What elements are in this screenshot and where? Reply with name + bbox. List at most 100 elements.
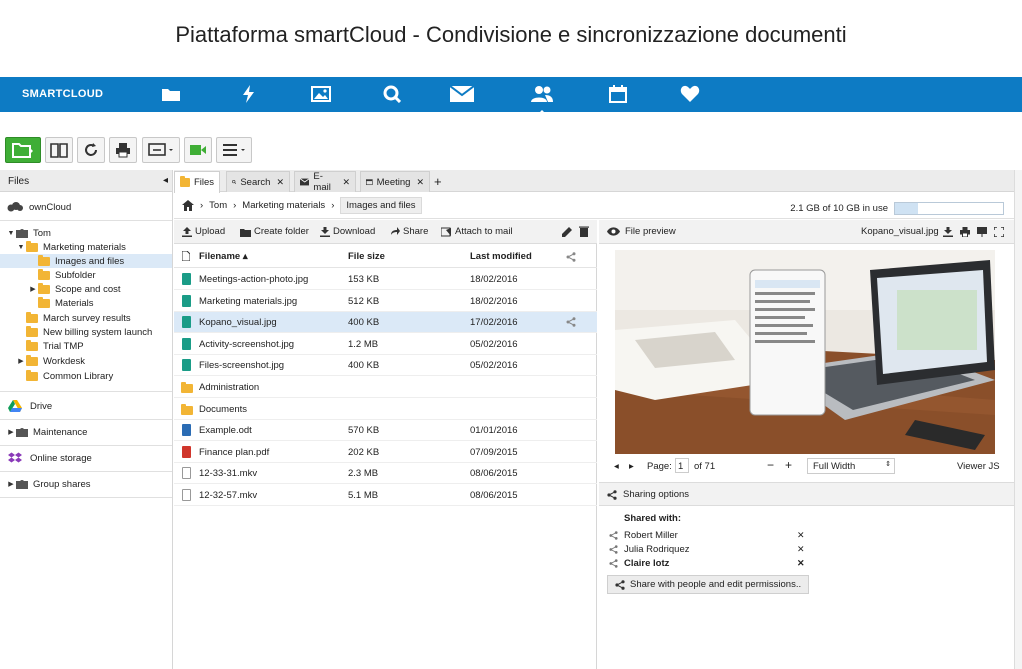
file-row[interactable]: Kopano_visual.jpg 400 KB 17/02/2016 bbox=[174, 312, 597, 334]
activity-icon[interactable] bbox=[238, 84, 260, 104]
caret-down-icon[interactable]: ▼ bbox=[6, 230, 16, 237]
tab-meeting[interactable]: Meeting ✕ bbox=[360, 171, 430, 192]
tree-tom[interactable]: ▼ Tom bbox=[0, 226, 172, 240]
select-arrows-icon: ⇕ bbox=[885, 461, 891, 468]
create-folder-label: Create folder bbox=[254, 226, 309, 237]
download-button[interactable]: Download bbox=[320, 226, 375, 237]
search-icon[interactable] bbox=[381, 84, 403, 104]
refresh-button[interactable] bbox=[77, 137, 105, 163]
attach-to-mail-button[interactable]: Attach to mail bbox=[441, 226, 513, 237]
file-row[interactable]: Activity-screenshot.jpg 1.2 MB 05/02/2016 bbox=[174, 334, 597, 355]
caret-right-icon[interactable]: ▶ bbox=[6, 428, 16, 436]
tree-images-files[interactable]: Images and files bbox=[0, 254, 172, 268]
caret-down-icon[interactable]: ▼ bbox=[16, 244, 26, 251]
zoom-select[interactable]: Full Width ⇕ bbox=[807, 458, 895, 474]
tab-search[interactable]: Search ✕ bbox=[226, 171, 290, 192]
view-mode-dropdown[interactable] bbox=[142, 137, 180, 163]
calendar-icon[interactable] bbox=[607, 84, 629, 104]
video-call-button[interactable] bbox=[184, 137, 212, 163]
remove-share-icon[interactable]: ✕ bbox=[797, 544, 805, 555]
breadcrumb-marketing[interactable]: Marketing materials bbox=[242, 200, 325, 211]
file-row[interactable]: Example.odt 570 KB 01/01/2016 bbox=[174, 420, 597, 442]
collapse-icon[interactable]: ◂ bbox=[163, 175, 168, 186]
image-file-icon bbox=[182, 359, 191, 372]
tree-common-library[interactable]: Common Library bbox=[0, 369, 172, 383]
file-date: 18/02/2016 bbox=[470, 274, 518, 285]
close-icon[interactable]: ✕ bbox=[342, 177, 350, 188]
folder-icon[interactable] bbox=[160, 84, 182, 104]
tree-trial-tmp[interactable]: Trial TMP bbox=[0, 339, 172, 353]
tree-drive[interactable]: Drive bbox=[0, 399, 172, 413]
breadcrumb-tom[interactable]: Tom bbox=[209, 200, 227, 211]
tab-email[interactable]: E-mail ✕ bbox=[294, 171, 356, 193]
file-size: 570 KB bbox=[348, 425, 380, 437]
breadcrumb-current: Images and files bbox=[340, 197, 422, 214]
zoom-in-icon[interactable]: + bbox=[785, 458, 792, 472]
zoom-out-icon[interactable]: − bbox=[767, 458, 774, 472]
presentation-icon[interactable] bbox=[977, 227, 987, 237]
file-row[interactable]: Marketing materials.jpg 512 KB 18/02/2016 bbox=[174, 291, 597, 312]
tree-group-shares[interactable]: ▶ Group shares bbox=[0, 477, 172, 491]
edit-icon[interactable] bbox=[562, 226, 573, 237]
tree-maintenance[interactable]: ▶ Maintenance bbox=[0, 425, 172, 439]
upload-button[interactable]: Upload bbox=[182, 226, 225, 237]
mail-icon[interactable] bbox=[449, 84, 475, 104]
file-name: Files-screenshot.jpg bbox=[199, 360, 285, 372]
create-folder-button[interactable]: Create folder bbox=[240, 226, 309, 237]
download-icon[interactable] bbox=[943, 227, 953, 237]
share-person-name: Julia Rodriquez bbox=[624, 543, 690, 555]
tree-subfolder[interactable]: Subfolder bbox=[0, 268, 172, 282]
trash-icon[interactable] bbox=[579, 226, 589, 237]
close-icon[interactable]: ✕ bbox=[276, 177, 284, 188]
tree-owncloud[interactable]: ownCloud bbox=[0, 200, 172, 214]
scrollbar[interactable] bbox=[1014, 170, 1022, 669]
favorites-icon[interactable] bbox=[679, 84, 701, 104]
next-page-icon[interactable]: ▸ bbox=[629, 461, 634, 472]
address-book-button[interactable] bbox=[45, 137, 73, 163]
file-name: Example.odt bbox=[199, 425, 252, 437]
prev-page-icon[interactable]: ◂ bbox=[614, 461, 619, 472]
share-icon[interactable] bbox=[566, 317, 576, 327]
close-icon[interactable]: ✕ bbox=[416, 177, 424, 188]
tab-files[interactable]: Files bbox=[174, 171, 220, 193]
tree-scope-cost[interactable]: ▶ Scope and cost bbox=[0, 282, 172, 296]
column-modified[interactable]: Last modified bbox=[470, 251, 532, 262]
tree-new-billing[interactable]: New billing system launch bbox=[0, 325, 172, 339]
page-input[interactable]: 1 bbox=[675, 458, 689, 473]
menu-dropdown[interactable] bbox=[216, 137, 252, 163]
column-filename[interactable]: Filename ▴ bbox=[199, 251, 248, 262]
image-file-icon bbox=[182, 316, 191, 329]
remove-share-icon[interactable]: ✕ bbox=[797, 558, 805, 569]
preview-pane: File preview Kopano_visual.jpg ◂ ▸ Page:… bbox=[599, 220, 1022, 669]
image-icon[interactable] bbox=[310, 84, 332, 104]
tree-workdesk[interactable]: ▶ Workdesk bbox=[0, 354, 172, 368]
image-file-icon bbox=[182, 273, 191, 285]
print-button[interactable] bbox=[109, 137, 137, 163]
tree-march-survey[interactable]: March survey results bbox=[0, 311, 172, 325]
caret-right-icon[interactable]: ▶ bbox=[6, 480, 16, 488]
file-row[interactable]: Meetings-action-photo.jpg 153 KB 18/02/201… bbox=[174, 269, 597, 290]
file-row[interactable]: Files-screenshot.jpg 400 KB 05/02/2016 bbox=[174, 355, 597, 377]
add-tab-button[interactable]: + bbox=[434, 171, 450, 192]
file-row[interactable]: 12-32-57.mkv 5.1 MB 08/06/2015 bbox=[174, 485, 597, 506]
file-row[interactable]: 12-33-31.mkv 2.3 MB 08/06/2015 bbox=[174, 463, 597, 485]
file-row[interactable]: Administration bbox=[174, 377, 597, 398]
contacts-icon[interactable] bbox=[530, 84, 554, 116]
tree-online-storage[interactable]: Online storage bbox=[0, 451, 172, 465]
home-icon[interactable] bbox=[182, 200, 194, 211]
remove-share-icon[interactable]: ✕ bbox=[797, 530, 805, 541]
file-row[interactable]: Documents bbox=[174, 399, 597, 420]
print-icon[interactable] bbox=[960, 227, 970, 237]
download-icon bbox=[320, 226, 330, 237]
share-button[interactable]: Share bbox=[390, 226, 428, 237]
tree-materials[interactable]: Materials bbox=[0, 296, 172, 310]
tree-marketing[interactable]: ▼ Marketing materials bbox=[0, 240, 172, 254]
new-folder-button[interactable] bbox=[5, 137, 41, 163]
share-with-people-button[interactable]: Share with people and edit permissions.. bbox=[607, 575, 810, 594]
preview-navigation: ◂ ▸ Page: 1 of 71 − + Full Width ⇕ Viewer… bbox=[599, 456, 1022, 478]
column-size[interactable]: File size bbox=[348, 251, 385, 262]
file-row[interactable]: Finance plan.pdf 202 KB 07/09/2015 bbox=[174, 442, 597, 463]
fullscreen-icon[interactable] bbox=[994, 227, 1004, 237]
caret-right-icon[interactable]: ▶ bbox=[28, 285, 38, 293]
caret-right-icon[interactable]: ▶ bbox=[16, 357, 26, 365]
